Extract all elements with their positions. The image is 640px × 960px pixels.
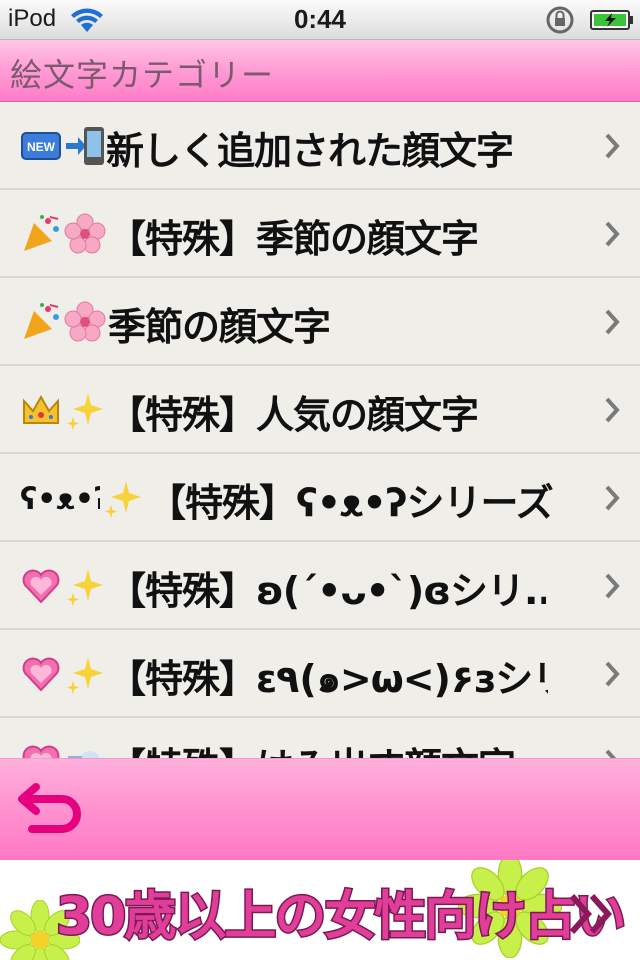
category-list: NEW 新しく追加された顔文字 【特殊】季節の顔文字 季節の顔文字 【特殊】人気…: [0, 102, 640, 758]
sparkles-icon: [67, 393, 103, 430]
list-item-label: 新しく追加された顔文字: [106, 129, 514, 173]
bottom-toolbar: [0, 758, 640, 860]
party-popper-icon: [24, 215, 59, 251]
rotation-lock-icon: [546, 6, 574, 34]
sparkles-icon: [105, 481, 141, 518]
heart-icon: [22, 569, 60, 604]
list-item-label: 【特殊】人気の顔文字: [108, 393, 479, 437]
list-item[interactable]: 【特殊】はみ出す顔文字: [0, 718, 640, 758]
cherry-blossom-icon: [64, 213, 106, 254]
battery-icon: [590, 10, 633, 30]
chevron-right-icon: [605, 133, 620, 159]
list-item[interactable]: NEW 新しく追加された顔文字: [0, 102, 640, 190]
chevron-right-icon: [605, 397, 620, 423]
heart-icon: [22, 657, 60, 692]
list-item-label: 【特殊】ε٩(๑>ω<)۶зシリーズ: [108, 657, 548, 701]
back-arrow-icon[interactable]: [18, 783, 84, 839]
chevron-right-icon: [605, 221, 620, 247]
crown-icon: [23, 394, 59, 424]
list-item[interactable]: 【特殊】季節の顔文字: [0, 190, 640, 278]
ad-banner[interactable]: 30歳以上の女性向け占い: [0, 860, 640, 960]
dash-icon: [68, 751, 100, 758]
list-item-label: 【特殊】はみ出す顔文字: [108, 736, 516, 758]
chevron-right-icon: [605, 573, 620, 599]
list-item-label: 季節の顔文字: [108, 305, 331, 349]
list-item[interactable]: 【特殊】ʚ(´•ᴗ•`)ɞシリ...: [0, 542, 640, 630]
ad-text: 30歳以上の女性向け占い: [54, 886, 627, 949]
list-item[interactable]: 季節の顔文字: [0, 278, 640, 366]
list-item-label: 【特殊】ʚ(´•ᴗ•`)ɞシリ...: [108, 569, 546, 613]
bear-face-icon: ʕ•ᴥ•ʔ: [20, 482, 100, 517]
cherry-blossom-icon: [64, 301, 106, 342]
sparkles-icon: [67, 657, 103, 694]
list-item-label: 【特殊】ʕ•ᴥ•ʔシリーズ: [148, 481, 554, 525]
page-title: 絵文字カテゴリー: [10, 56, 275, 94]
heart-icon: [22, 745, 60, 758]
chevron-right-icon: [605, 309, 620, 335]
status-bar: iPod 0:44: [0, 0, 640, 40]
list-item[interactable]: 【特殊】人気の顔文字: [0, 366, 640, 454]
svg-text:ʕ•ᴥ•ʔ: ʕ•ᴥ•ʔ: [20, 482, 100, 517]
chevron-right-icon: [605, 749, 617, 758]
sparkles-icon: [67, 569, 103, 606]
svg-text:NEW: NEW: [27, 140, 56, 154]
list-item-label: 【特殊】季節の顔文字: [108, 217, 479, 261]
list-item[interactable]: 【特殊】ε٩(๑>ω<)۶зシリーズ: [0, 630, 640, 718]
chevron-right-icon: [605, 661, 620, 687]
party-popper-icon: [24, 303, 59, 339]
new-badge-icon: NEW: [21, 132, 61, 160]
chevron-right-icon: [605, 485, 620, 511]
phone-arrow-icon: [66, 127, 104, 165]
list-item[interactable]: ʕ•ᴥ•ʔ 【特殊】ʕ•ᴥ•ʔシリーズ: [0, 454, 640, 542]
nav-header: 絵文字カテゴリー: [0, 40, 640, 102]
double-chevron-right-icon: [569, 894, 613, 934]
